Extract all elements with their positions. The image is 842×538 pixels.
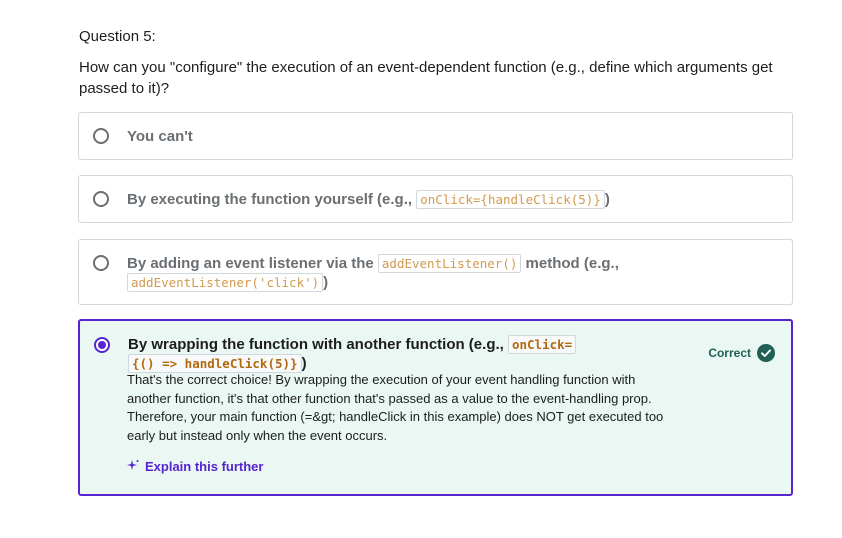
radio-button[interactable]	[93, 191, 109, 207]
answer-option-label: By executing the function yourself (e.g.…	[127, 190, 610, 209]
answer-option-label: You can't	[127, 128, 193, 145]
answer-option-1[interactable]: You can't	[78, 112, 793, 160]
feedback-message: That's the correct choice! By wrapping t…	[127, 372, 664, 443]
code-snippet: addEventListener()	[377, 254, 522, 273]
radio-button[interactable]	[93, 128, 109, 144]
correct-label: Correct	[708, 346, 751, 360]
answer-option-label: By adding an event listener via the addE…	[127, 254, 619, 292]
code-snippet: addEventListener('click')	[127, 273, 324, 292]
question-text: How can you "configure" the execution of…	[79, 59, 773, 97]
check-icon	[757, 344, 775, 362]
code-snippet: onClick={handleClick(5)}	[416, 190, 605, 209]
radio-button-selected[interactable]	[94, 337, 110, 353]
answer-option-label: By wrapping the function with another fu…	[128, 335, 598, 373]
code-snippet: onClick=	[507, 335, 577, 354]
correct-badge: Correct	[708, 344, 775, 362]
answer-option-3[interactable]: By adding an event listener via the addE…	[78, 239, 793, 305]
explain-further-button[interactable]: Explain this further	[127, 459, 263, 474]
radio-button[interactable]	[93, 255, 109, 271]
explain-further-label: Explain this further	[145, 459, 264, 474]
sparkle-icon	[127, 459, 139, 474]
question-number: Question 5:	[79, 28, 156, 45]
answer-option-2[interactable]: By executing the function yourself (e.g.…	[78, 175, 793, 223]
answer-option-4[interactable]: By wrapping the function with another fu…	[78, 319, 793, 496]
